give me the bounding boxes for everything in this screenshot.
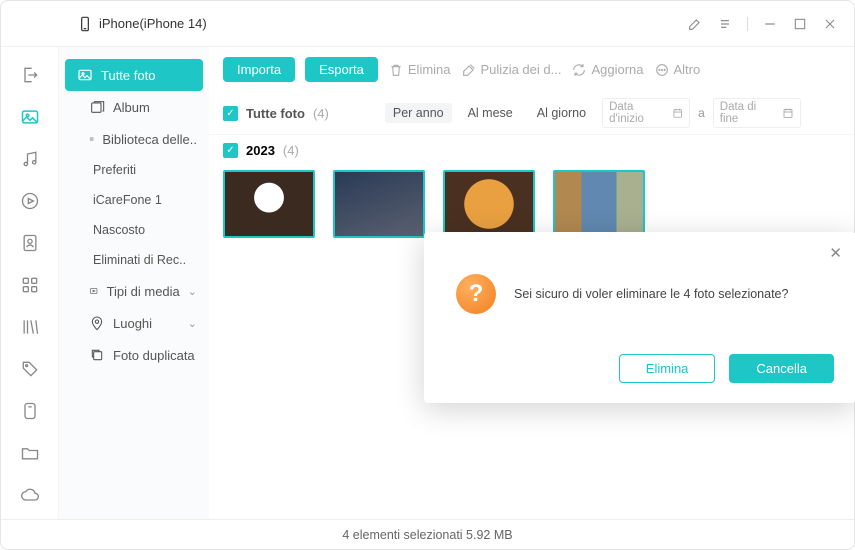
sidebar-item-favorites[interactable]: Preferiti (59, 155, 209, 185)
confirm-dialog: ✕ ? Sei sicuro di voler eliminare le 4 f… (424, 232, 855, 403)
status-bar: 4 elementi selezionati 5.92 MB (1, 519, 854, 549)
sidebar-label: Luoghi (113, 316, 152, 331)
tags-icon[interactable] (20, 359, 40, 379)
question-icon: ? (456, 274, 496, 314)
music-icon[interactable] (20, 149, 40, 169)
sidebar-label: Foto duplicata (113, 348, 195, 363)
maximize-icon[interactable] (792, 16, 808, 32)
sidebar-label: Nascosto (93, 223, 145, 237)
dialog-cancel-button[interactable]: Cancella (729, 354, 834, 383)
sidebar-item-deleted[interactable]: Eliminati di Rec.. (59, 245, 209, 275)
dialog-close-icon[interactable]: ✕ (829, 244, 842, 262)
sidebar-item-icarefone[interactable]: iCareFone 1 (59, 185, 209, 215)
close-icon[interactable] (822, 16, 838, 32)
sidebar-item-duplicate[interactable]: Foto duplicata (59, 339, 209, 371)
phone-icon (77, 16, 93, 32)
exit-icon[interactable] (20, 65, 40, 85)
dialog-message: Sei sicuro di voler eliminare le 4 foto … (514, 287, 788, 301)
minimize-icon[interactable] (762, 16, 778, 32)
sidebar-label: Tipi di media (107, 284, 180, 299)
sidebar-label: Album (113, 100, 150, 115)
sidebar-label: Eliminati di Rec.. (93, 253, 186, 267)
status-text: 4 elementi selezionati 5.92 MB (342, 528, 512, 542)
sidebar-label: Tutte foto (101, 68, 155, 83)
titlebar: iPhone(iPhone 14) (1, 1, 854, 47)
sidebar-label: iCareFone 1 (93, 193, 162, 207)
app-window: iPhone(iPhone 14) (0, 0, 855, 550)
dialog-delete-button[interactable]: Elimina (619, 354, 716, 383)
apps-icon[interactable] (20, 275, 40, 295)
library-icon (89, 131, 94, 147)
photos-icon[interactable] (20, 107, 40, 127)
sidebar-item-places[interactable]: Luoghi ⌄ (59, 307, 209, 339)
folder-icon[interactable] (20, 443, 40, 463)
sidebar-label: Preferiti (93, 163, 136, 177)
image-icon (77, 67, 93, 83)
main-panel: Importa Esporta Elimina Pulizia dei d...… (209, 47, 854, 519)
window-controls (687, 16, 838, 32)
duplicate-icon (89, 347, 105, 363)
edit-icon[interactable] (687, 16, 703, 32)
chevron-down-icon: ⌄ (188, 317, 197, 330)
album-icon (89, 99, 105, 115)
nav-rail (1, 47, 59, 519)
storage-icon[interactable] (20, 401, 40, 421)
modal-overlay: ✕ ? Sei sicuro di voler eliminare le 4 f… (209, 47, 854, 519)
cloud-icon[interactable] (20, 485, 40, 505)
body: Tutte foto Album Biblioteca delle.. Pref… (1, 47, 854, 519)
chevron-down-icon: ⌄ (188, 285, 197, 298)
contacts-icon[interactable] (20, 233, 40, 253)
list-icon[interactable] (717, 16, 733, 32)
sidebar-item-album[interactable]: Album (59, 91, 209, 123)
pin-icon (89, 315, 105, 331)
device-label: iPhone(iPhone 14) (77, 16, 207, 32)
separator (747, 17, 748, 31)
sidebar: Tutte foto Album Biblioteca delle.. Pref… (59, 47, 209, 519)
books-icon[interactable] (20, 317, 40, 337)
sidebar-item-hidden[interactable]: Nascosto (59, 215, 209, 245)
videos-icon[interactable] (20, 191, 40, 211)
sidebar-item-all-photos[interactable]: Tutte foto (65, 59, 203, 91)
media-icon (89, 283, 99, 299)
device-name: iPhone(iPhone 14) (99, 16, 207, 31)
sidebar-label: Biblioteca delle.. (102, 132, 197, 147)
sidebar-item-library[interactable]: Biblioteca delle.. (59, 123, 209, 155)
sidebar-item-media-type[interactable]: Tipi di media ⌄ (59, 275, 209, 307)
